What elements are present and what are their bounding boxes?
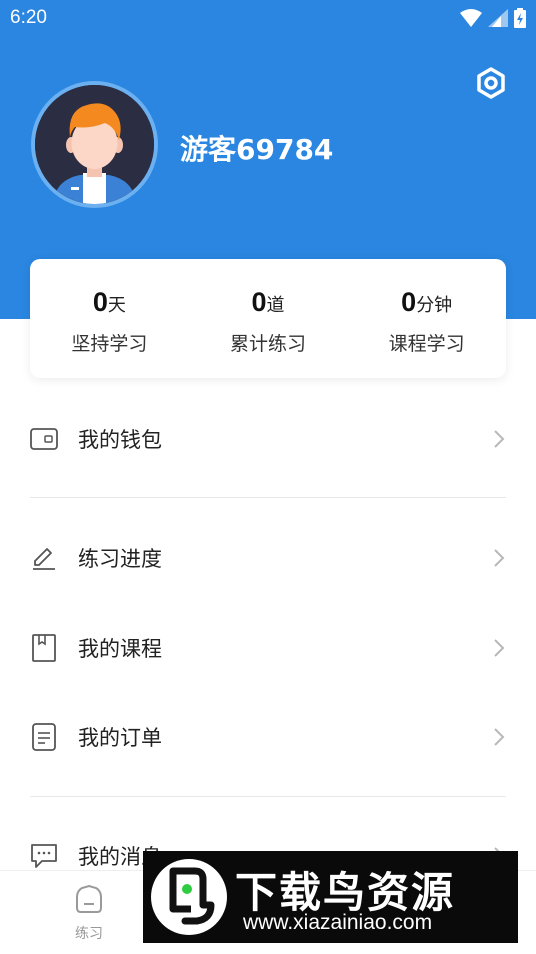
watermark-url: www.xiazainiao.com: [243, 911, 433, 934]
menu-item-courses[interactable]: 我的课程: [30, 618, 506, 678]
stat-label: 累计练习: [230, 333, 307, 355]
chevron-right-icon: [494, 549, 505, 567]
menu-item-progress[interactable]: 练习进度: [30, 528, 506, 588]
stat-course-minutes[interactable]: 0分钟 课程学习: [347, 259, 506, 378]
stat-practice-count[interactable]: 0道 累计练习: [189, 259, 348, 378]
status-icons: [460, 8, 526, 28]
stat-unit: 天: [107, 295, 126, 316]
divider: [30, 497, 506, 498]
menu-item-orders[interactable]: 我的订单: [30, 707, 506, 767]
bird-logo-icon: [151, 859, 227, 935]
avatar[interactable]: [31, 81, 158, 208]
stat-label: 课程学习: [388, 333, 465, 355]
order-icon: [30, 723, 58, 751]
pencil-icon: [30, 544, 58, 572]
stat-unit: 分钟: [416, 295, 453, 316]
divider: [30, 796, 506, 797]
signal-icon: [488, 9, 508, 27]
stat-study-days[interactable]: 0天 坚持学习: [30, 259, 189, 378]
menu-label: 练习进度: [78, 547, 162, 571]
stat-unit: 道: [266, 295, 285, 316]
watermark-banner: 下载鸟资源 www.xiazainiao.com: [143, 851, 518, 943]
chevron-right-icon: [494, 639, 505, 657]
wallet-icon: [30, 425, 58, 453]
status-time: 6:20: [10, 7, 47, 28]
message-icon: [30, 842, 58, 870]
menu-label: 我的课程: [78, 637, 162, 661]
stats-card: 0天 坚持学习 0道 累计练习 0分钟 课程学习: [30, 259, 506, 378]
stat-value: 0: [401, 287, 417, 317]
stat-label: 坚持学习: [71, 333, 148, 355]
status-bar: 6:20: [0, 0, 536, 36]
username: 游客69784: [180, 133, 334, 166]
wifi-icon: [460, 9, 482, 27]
stat-value: 0: [251, 287, 267, 317]
chevron-right-icon: [494, 728, 505, 746]
book-icon: [30, 634, 58, 662]
stat-value: 0: [92, 287, 108, 317]
tab-label: 练习: [75, 926, 103, 942]
tab-practice[interactable]: 练习: [59, 884, 119, 943]
menu-label: 我的钱包: [78, 428, 162, 452]
home-icon: [76, 884, 102, 913]
battery-icon: [514, 8, 526, 28]
settings-icon[interactable]: [474, 66, 508, 100]
menu-label: 我的订单: [78, 726, 162, 750]
menu-item-wallet[interactable]: 我的钱包: [30, 409, 506, 469]
chevron-right-icon: [494, 430, 505, 448]
